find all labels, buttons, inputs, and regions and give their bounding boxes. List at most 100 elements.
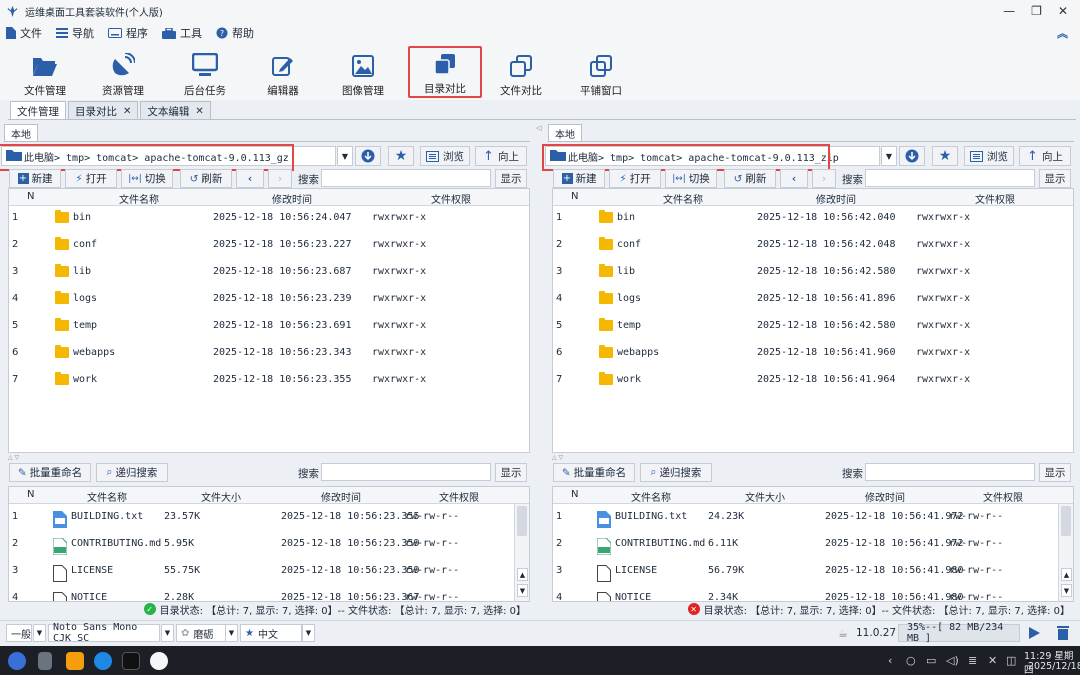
screenshot-icon[interactable]: ▭ <box>926 654 936 667</box>
dir-row[interactable]: 5 temp 2025-12-18 10:56:23.691 rwxrwxr-x <box>9 312 529 339</box>
toolbar-image-manager[interactable]: 图像管理 <box>334 46 392 98</box>
toolbar-tile-windows[interactable]: 平铺窗口 <box>572 46 630 98</box>
file-grid-scrollbar[interactable]: ▲ ▼ <box>514 504 529 601</box>
ops-tool-icon[interactable] <box>150 652 168 670</box>
collapse-ribbon-icon[interactable]: ︽ <box>1057 25 1068 41</box>
tab-file-manager[interactable]: 文件管理 <box>10 101 66 120</box>
download-button[interactable] <box>355 146 381 166</box>
restore-icon[interactable]: ❐ <box>1031 4 1042 18</box>
show-button[interactable]: 显示 <box>1039 463 1071 482</box>
download-button[interactable] <box>899 146 925 166</box>
recursive-search-button[interactable]: ⌕ 递归搜索 <box>640 463 712 482</box>
local-tab[interactable]: 本地 <box>4 124 38 141</box>
grid-splitter-icon[interactable]: △ ▽ <box>552 454 1074 462</box>
file-row[interactable]: 4 NOTICE 2.34K 2025-12-18 10:56:41.980 rw-rw… <box>553 584 1073 601</box>
open-button[interactable]: ⚡ 打开 <box>65 169 117 188</box>
chevron-down-icon[interactable]: ▼ <box>33 624 46 642</box>
menu-nav[interactable]: 导航 <box>56 25 94 41</box>
dir-row[interactable]: 2 conf 2025-12-18 10:56:42.048 rwxrwxr-x <box>553 231 1073 258</box>
new-button[interactable]: + 新建 <box>9 169 61 188</box>
style-select[interactable]: 一般 <box>6 624 32 642</box>
trash-icon[interactable] <box>1056 624 1070 641</box>
tab-close-icon[interactable]: ✕ <box>123 106 131 117</box>
notification-icon[interactable]: ◫ <box>1006 654 1016 667</box>
chevron-down-icon[interactable]: ▼ <box>161 624 174 642</box>
dir-search-input[interactable] <box>865 169 1035 187</box>
volume-icon[interactable]: ◁) <box>946 654 959 667</box>
open-button[interactable]: ⚡ 打开 <box>609 169 661 188</box>
input-method-icon[interactable]: ≣ <box>968 654 977 667</box>
dir-row[interactable]: 5 temp 2025-12-18 10:56:42.580 rwxrwxr-x <box>553 312 1073 339</box>
pane-splitter-icon[interactable]: ◁ <box>536 124 541 132</box>
close-icon[interactable]: ✕ <box>1058 4 1068 18</box>
file-row[interactable]: 2 CONTRIBUTING.md 5.95K 2025-12-18 10:56:23… <box>9 530 529 557</box>
toolbar-file-manager[interactable]: 文件管理 <box>14 46 76 98</box>
dir-row[interactable]: 6 webapps 2025-12-18 10:56:23.343 rwxrwxr-x <box>9 339 529 366</box>
dir-row[interactable]: 1 bin 2025-12-18 10:56:24.047 rwxrwxr-x <box>9 204 529 231</box>
gc-play-icon[interactable] <box>1026 625 1042 641</box>
toolbar-resource-manager[interactable]: 资源管理 <box>92 46 154 98</box>
dir-row[interactable]: 2 conf 2025-12-18 10:56:23.227 rwxrwxr-x <box>9 231 529 258</box>
file-search-input[interactable] <box>865 463 1035 481</box>
chevron-down-icon[interactable]: ▼ <box>337 146 353 166</box>
font-select[interactable]: Noto Sans Mono CJK SC <box>48 622 160 644</box>
bookmark-button[interactable]: ★ <box>932 146 958 166</box>
file-grid-scrollbar[interactable]: ▲ ▼ <box>1058 504 1073 601</box>
toolbar-dir-compare[interactable]: 目录对比 <box>408 46 482 98</box>
memory-indicator[interactable]: 35%--[ 82 MB/234 MB ] <box>898 622 1020 644</box>
dir-row[interactable]: 3 lib 2025-12-18 10:56:42.580 rwxrwxr-x <box>553 258 1073 285</box>
dir-row[interactable]: 4 logs 2025-12-18 10:56:23.239 rwxrwxr-x <box>9 285 529 312</box>
chevron-down-icon[interactable]: ▼ <box>881 146 897 166</box>
dir-row[interactable]: 4 logs 2025-12-18 10:56:41.896 rwxrwxr-x <box>553 285 1073 312</box>
menu-tools[interactable]: 工具 <box>162 25 202 41</box>
dir-row[interactable]: 3 lib 2025-12-18 10:56:23.687 rwxrwxr-x <box>9 258 529 285</box>
batch-rename-button[interactable]: ✎ 批量重命名 <box>553 463 635 482</box>
chevron-down-icon[interactable]: ▼ <box>302 624 315 642</box>
tab-text-editor[interactable]: 文本编辑 ✕ <box>140 101 211 120</box>
toolbar-background-tasks[interactable]: 后台任务 <box>174 46 236 98</box>
file-row[interactable]: 3 LICENSE 56.79K 2025-12-18 10:56:41.980 rw-… <box>553 557 1073 584</box>
terminal-icon[interactable] <box>122 652 140 670</box>
file-row[interactable]: 2 CONTRIBUTING.md 6.11K 2025-12-18 10:56:41… <box>553 530 1073 557</box>
network-icon[interactable]: ✕ <box>988 654 997 667</box>
recursive-search-button[interactable]: ⌕ 递归搜索 <box>96 463 168 482</box>
show-button[interactable]: 显示 <box>495 169 527 188</box>
scroll-down-icon[interactable]: ▼ <box>517 584 528 597</box>
forward-button[interactable]: › <box>268 169 292 188</box>
switch-button[interactable]: |↔| 切换 <box>121 169 173 188</box>
search-icon[interactable]: ○ <box>906 654 916 667</box>
language-select[interactable]: ★ 中文 <box>240 624 302 642</box>
bookmark-button[interactable]: ★ <box>388 146 414 166</box>
new-button[interactable]: + 新建 <box>553 169 605 188</box>
file-search-input[interactable] <box>321 463 491 481</box>
tab-dir-compare[interactable]: 目录对比 ✕ <box>68 101 139 120</box>
toolbar-file-compare[interactable]: 文件对比 <box>492 46 550 98</box>
show-button[interactable]: 显示 <box>495 463 527 482</box>
dir-row[interactable]: 7 work 2025-12-18 10:56:41.964 rwxrwxr-x <box>553 366 1073 393</box>
dir-search-input[interactable] <box>321 169 491 187</box>
toolbar-editor[interactable]: 编辑器 <box>256 46 310 98</box>
menu-file[interactable]: 文件 <box>6 25 42 41</box>
forward-button[interactable]: › <box>812 169 836 188</box>
app-store-icon[interactable] <box>66 652 84 670</box>
refresh-button[interactable]: ↺ 刷新 <box>180 169 232 188</box>
up-button[interactable]: ↑ 向上 <box>1019 146 1071 166</box>
minimize-icon[interactable]: — <box>1003 4 1015 18</box>
tab-close-icon[interactable]: ✕ <box>195 106 203 117</box>
menu-program[interactable]: 程序 <box>108 25 148 41</box>
launcher-icon[interactable] <box>8 652 26 670</box>
grid-splitter-icon[interactable]: △ ▽ <box>8 454 530 462</box>
local-tab[interactable]: 本地 <box>548 124 582 141</box>
refresh-button[interactable]: ↺ 刷新 <box>724 169 776 188</box>
browse-button[interactable]: 浏览 <box>964 146 1014 166</box>
file-row[interactable]: 3 LICENSE 55.75K 2025-12-18 10:56:23.359 rw-… <box>9 557 529 584</box>
chevron-down-icon[interactable]: ▼ <box>225 624 238 642</box>
back-button[interactable]: ‹ <box>236 169 264 188</box>
scrollbar-thumb[interactable] <box>1061 506 1071 536</box>
browser-icon[interactable] <box>94 652 112 670</box>
chevron-left-icon[interactable]: ‹ <box>888 654 892 667</box>
switch-button[interactable]: |↔| 切换 <box>665 169 717 188</box>
scrollbar-thumb[interactable] <box>517 506 527 536</box>
dir-row[interactable]: 1 bin 2025-12-18 10:56:42.040 rwxrwxr-x <box>553 204 1073 231</box>
dir-row[interactable]: 7 work 2025-12-18 10:56:23.355 rwxrwxr-x <box>9 366 529 393</box>
